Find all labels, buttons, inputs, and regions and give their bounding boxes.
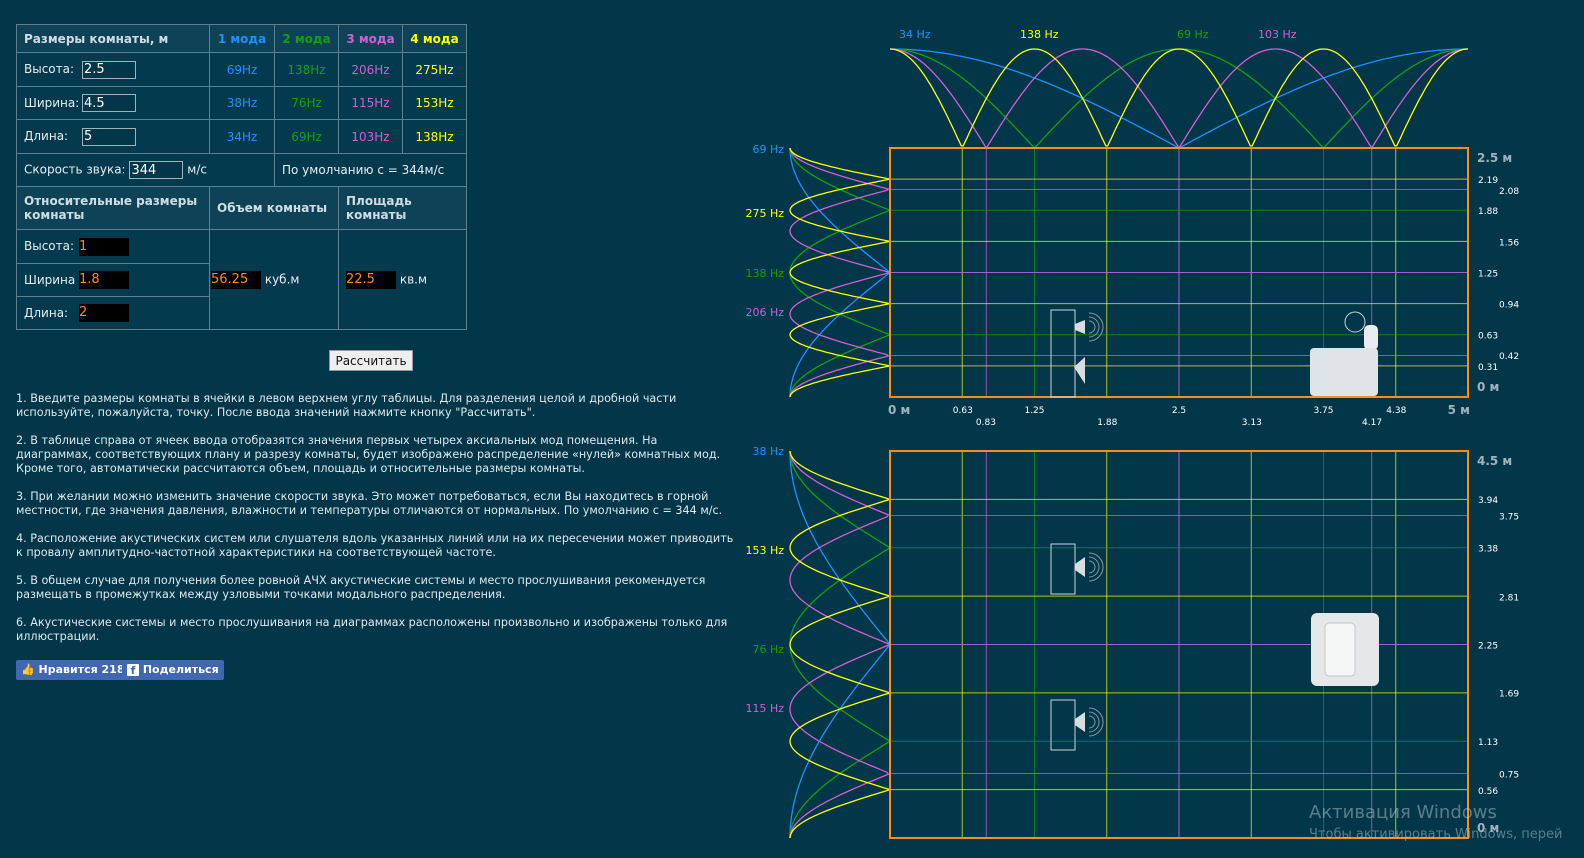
windows-watermark-sub: Чтобы активировать Windows, перей <box>1309 827 1563 842</box>
armchair-back-icon <box>1364 325 1378 350</box>
length-mode-label: 103 Hz <box>1258 28 1297 41</box>
x-tick-label: 1.88 <box>1097 418 1117 428</box>
section-mode-curve <box>789 147 891 398</box>
length-mode-label: 34 Hz <box>899 28 931 41</box>
x-tick-label: 1.25 <box>1024 406 1044 416</box>
sound-wave-icon <box>1088 320 1096 334</box>
plan-mode-curve <box>789 450 892 839</box>
plan-tick-label: 1.69 <box>1499 690 1519 700</box>
section-tick-label: 2.19 <box>1478 176 1498 186</box>
section-tick-label: 1.25 <box>1478 270 1498 280</box>
width-mode-label: 115 Hz <box>745 702 784 715</box>
speaker-top-box <box>1050 309 1076 398</box>
x-tick-label: 0.83 <box>976 418 996 428</box>
section-tick-label: 0.94 <box>1499 300 1519 310</box>
section-tick-label: 2.08 <box>1499 187 1519 197</box>
width-mode-label: 153 Hz <box>745 544 784 557</box>
speaker-icon <box>1075 557 1085 577</box>
x-tick-label: 2.5 <box>1172 406 1186 416</box>
plan-tick-label: 3.75 <box>1499 513 1519 523</box>
plan-tick-label: 2.25 <box>1478 642 1498 652</box>
x-tick-label: 4.38 <box>1386 406 1406 416</box>
section-tick-label: 0.42 <box>1499 352 1519 362</box>
length-mode-label: 69 Hz <box>1177 28 1209 41</box>
plan-tick-label: 1.13 <box>1478 738 1498 748</box>
x-tick-label: 3.13 <box>1242 418 1262 428</box>
sound-wave-icon <box>1088 560 1096 574</box>
section-top-label: 2.5 м <box>1477 151 1512 165</box>
plan-tick-label: 2.81 <box>1499 593 1519 603</box>
height-mode-label: 206 Hz <box>745 306 784 319</box>
plan-tick-label: 0.56 <box>1478 787 1498 797</box>
sound-wave-icon <box>1088 715 1096 729</box>
armchair-side-icon <box>1310 348 1378 396</box>
speaker-icon <box>1074 357 1085 384</box>
sound-wave-icon <box>1088 556 1100 578</box>
x-tick-label: 0.63 <box>953 406 973 416</box>
plan-top-label: 4.5 м <box>1477 454 1512 468</box>
section-tick-label: 0.31 <box>1478 363 1498 373</box>
section-tick-label: 0.63 <box>1478 331 1498 341</box>
speaker-icon <box>1075 320 1085 334</box>
plan-tick-label: 0.75 <box>1499 771 1519 781</box>
x-start-label: 0 м <box>888 403 910 417</box>
x-end-label: 5 м <box>1448 403 1470 417</box>
x-tick-label: 4.17 <box>1362 418 1382 428</box>
height-mode-label: 69 Hz <box>752 143 784 156</box>
speaker-right-box <box>1050 699 1076 751</box>
section-tick-label: 1.56 <box>1499 239 1519 249</box>
length-mode-curve <box>890 48 1468 150</box>
height-mode-label: 275 Hz <box>745 207 784 220</box>
plan-tick-label: 3.94 <box>1478 496 1498 506</box>
sound-wave-icon <box>1088 316 1100 338</box>
speaker-left-box <box>1050 543 1076 595</box>
section-tick-label: 1.88 <box>1478 207 1498 217</box>
height-mode-label: 138 Hz <box>745 267 784 280</box>
width-mode-label: 38 Hz <box>752 445 784 458</box>
windows-watermark-title: Активация Windows <box>1309 802 1497 823</box>
length-mode-label: 138 Hz <box>1020 28 1059 41</box>
width-mode-label: 76 Hz <box>752 643 784 656</box>
armchair-seat-icon <box>1324 622 1356 677</box>
sound-wave-icon <box>1088 711 1100 733</box>
mode-diagrams: 34 Hz 69 Hz 103 Hz138 Hz2.5 м0 м2.192.081.… <box>745 28 1519 839</box>
listener-head-icon <box>1344 311 1366 333</box>
section-zero-label: 0 м <box>1477 380 1499 394</box>
speaker-icon <box>1075 712 1085 732</box>
plan-tick-label: 3.38 <box>1478 544 1498 554</box>
x-tick-label: 3.75 <box>1313 406 1333 416</box>
